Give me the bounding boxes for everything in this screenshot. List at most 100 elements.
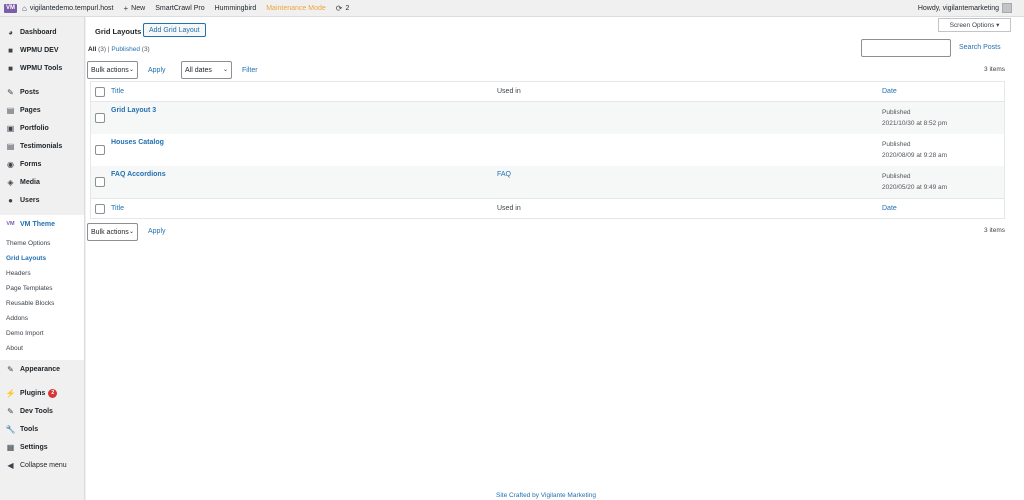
refresh-icon: ⟳	[335, 3, 343, 13]
site-name-label: vigilantedemo.tempurl.host	[29, 4, 114, 12]
submenu-item-page-templates[interactable]: Page Templates	[0, 281, 84, 296]
date-filter-select[interactable]: All dates ⌄	[181, 61, 232, 79]
row-date-value: 2020/05/20 at 9:49 am	[882, 184, 948, 191]
row-title-link[interactable]: Houses Catalog	[111, 139, 164, 146]
testimonials-icon: ▤	[6, 141, 15, 151]
submenu-item-reusable-blocks[interactable]: Reusable Blocks	[0, 296, 84, 311]
table-footer-row: Title Used in Date	[91, 198, 1004, 218]
sidebar-item-forms[interactable]: ◉ Forms	[0, 155, 84, 173]
column-date-header[interactable]: Date	[882, 88, 897, 95]
sidebar-item-tools[interactable]: 🔧 Tools	[0, 420, 84, 438]
view-published-link[interactable]: Published	[111, 46, 140, 53]
sidebar-item-plugins[interactable]: ⚡ Plugins 2	[0, 384, 84, 402]
table-header-row: Title Used in Date	[91, 82, 1004, 102]
submenu-item-grid-layouts[interactable]: Grid Layouts	[0, 251, 84, 266]
avatar[interactable]	[1002, 3, 1012, 13]
sidebar-item-label: Dev Tools	[20, 407, 53, 415]
sidebar-item-dev-tools[interactable]: ✎ Dev Tools	[0, 402, 84, 420]
sidebar-item-label: Posts	[20, 88, 40, 96]
submenu-item-about[interactable]: About	[0, 341, 84, 356]
site-name-link[interactable]: ⌂ vigilantedemo.tempurl.host	[17, 0, 119, 17]
sidebar-item-wpmu-dev[interactable]: ■ WPMU DEV	[0, 41, 84, 59]
column-title-footer[interactable]: Title	[111, 205, 124, 212]
select-all-checkbox[interactable]	[95, 87, 105, 97]
row-title-link[interactable]: Grid Layout 3	[111, 107, 156, 114]
sidebar-item-label: Plugins	[20, 389, 46, 397]
updates-link[interactable]: ⟳ 2	[331, 0, 355, 17]
apply-button-top[interactable]: Apply	[148, 67, 166, 74]
row-status: Published	[882, 141, 911, 148]
row-checkbox[interactable]	[95, 177, 105, 187]
filter-button[interactable]: Filter	[242, 67, 258, 74]
devtools-icon: ✎	[7, 406, 14, 416]
row-date-value: 2021/10/30 at 8:52 pm	[882, 120, 948, 127]
admin-bar: VM ⌂ vigilantedemo.tempurl.host + New Sm…	[0, 0, 1024, 17]
settings-icon: ▦	[6, 442, 15, 452]
bulk-actions-value: Bulk actions	[91, 228, 129, 236]
sidebar-item-dashboard[interactable]: ◕ Dashboard	[0, 23, 84, 41]
hummingbird-link[interactable]: Hummingbird	[210, 0, 262, 17]
view-all-link[interactable]: All	[88, 46, 96, 53]
row-title-link[interactable]: FAQ Accordions	[111, 171, 166, 178]
row-date: Published 2020/08/09 at 9:28 am	[882, 139, 947, 161]
sidebar-item-collapse-menu[interactable]: ◀ Collapse menu	[0, 456, 84, 474]
row-status: Published	[882, 109, 911, 116]
select-all-checkbox-footer[interactable]	[95, 204, 105, 214]
howdy-link[interactable]: Howdy, vigilantemarketing	[918, 0, 999, 17]
appearance-icon: ✎	[7, 364, 14, 374]
pages-icon: ▤	[6, 105, 15, 115]
sidebar-item-label: Tools	[20, 425, 39, 433]
row-checkbox[interactable]	[95, 113, 105, 123]
row-checkbox[interactable]	[95, 145, 105, 155]
new-content-link[interactable]: + New	[119, 0, 151, 17]
row-date: Published 2021/10/30 at 8:52 pm	[882, 107, 947, 129]
sidebar-item-vm-theme[interactable]: VM VM Theme	[0, 215, 84, 233]
main-content: Screen Options ▾ Grid Layouts Add Grid L…	[86, 17, 1024, 500]
sidebar-item-wpmu-tools[interactable]: ■ WPMU Tools	[0, 59, 84, 77]
sidebar-item-media[interactable]: ◈ Media	[0, 173, 84, 191]
users-icon: ●	[8, 195, 13, 205]
smartcrawl-link[interactable]: SmartCrawl Pro	[150, 0, 209, 17]
post-status-filter: All (3) | Published (3)	[88, 46, 150, 53]
sidebar-item-pages[interactable]: ▤ Pages	[0, 101, 84, 119]
sidebar-item-settings[interactable]: ▦ Settings	[0, 438, 84, 456]
row-date-value: 2020/08/09 at 9:28 am	[882, 152, 948, 159]
search-posts-button[interactable]: Search Posts	[959, 44, 1001, 51]
chevron-down-icon: ⌄	[128, 229, 134, 235]
submenu-item-demo-import[interactable]: Demo Import	[0, 326, 84, 341]
apply-button-bottom[interactable]: Apply	[148, 228, 166, 235]
sidebar-item-label: WPMU DEV	[20, 46, 59, 54]
column-title-header[interactable]: Title	[111, 88, 124, 95]
sidebar-item-users[interactable]: ● Users	[0, 191, 84, 209]
bulk-actions-value: Bulk actions	[91, 66, 129, 74]
sidebar-item-label: WPMU Tools	[20, 64, 63, 72]
row-used-in-link[interactable]: FAQ	[497, 171, 511, 178]
table-row: FAQ Accordions FAQ Published 2020/05/20 at …	[91, 166, 1004, 198]
bulk-actions-select-bottom[interactable]: Bulk actions ⌄	[87, 223, 138, 241]
add-grid-layout-button[interactable]: Add Grid Layout	[143, 23, 206, 37]
maintenance-mode-link[interactable]: Maintenance Mode	[261, 0, 331, 17]
plugins-update-badge: 2	[48, 388, 58, 398]
wrench-icon: 🔧	[5, 424, 16, 434]
sidebar-item-label: Dashboard	[20, 28, 57, 36]
row-date: Published 2020/05/20 at 9:49 am	[882, 171, 947, 193]
vm-theme-icon: VM	[6, 221, 15, 227]
bulk-actions-select-top[interactable]: Bulk actions ⌄	[87, 61, 138, 79]
sidebar-item-testimonials[interactable]: ▤ Testimonials	[0, 137, 84, 155]
admin-sidebar: ◕ Dashboard ■ WPMU DEV ■ WPMU Tools ✎ Posts ▤ Pa…	[0, 17, 85, 500]
collapse-icon: ◀	[7, 460, 14, 470]
column-date-footer[interactable]: Date	[882, 205, 897, 212]
footer-credit-link[interactable]: Site Crafted by Vigilante Marketing	[496, 492, 596, 499]
sidebar-item-appearance[interactable]: ✎ Appearance	[0, 360, 84, 378]
sidebar-item-label: Collapse menu	[20, 461, 67, 469]
screen-options-button[interactable]: Screen Options ▾	[938, 18, 1011, 32]
search-input[interactable]	[861, 39, 951, 57]
vm-logo-icon[interactable]: VM	[4, 3, 17, 13]
submenu-item-theme-options[interactable]: Theme Options	[0, 236, 84, 251]
submenu-item-headers[interactable]: Headers	[0, 266, 84, 281]
submenu-item-addons[interactable]: Addons	[0, 311, 84, 326]
table-row: Grid Layout 3 Published 2021/10/30 at 8:52…	[91, 102, 1004, 134]
column-used-in-header: Used in	[497, 88, 521, 95]
sidebar-item-posts[interactable]: ✎ Posts	[0, 83, 84, 101]
sidebar-item-portfolio[interactable]: ▣ Portfolio	[0, 119, 84, 137]
